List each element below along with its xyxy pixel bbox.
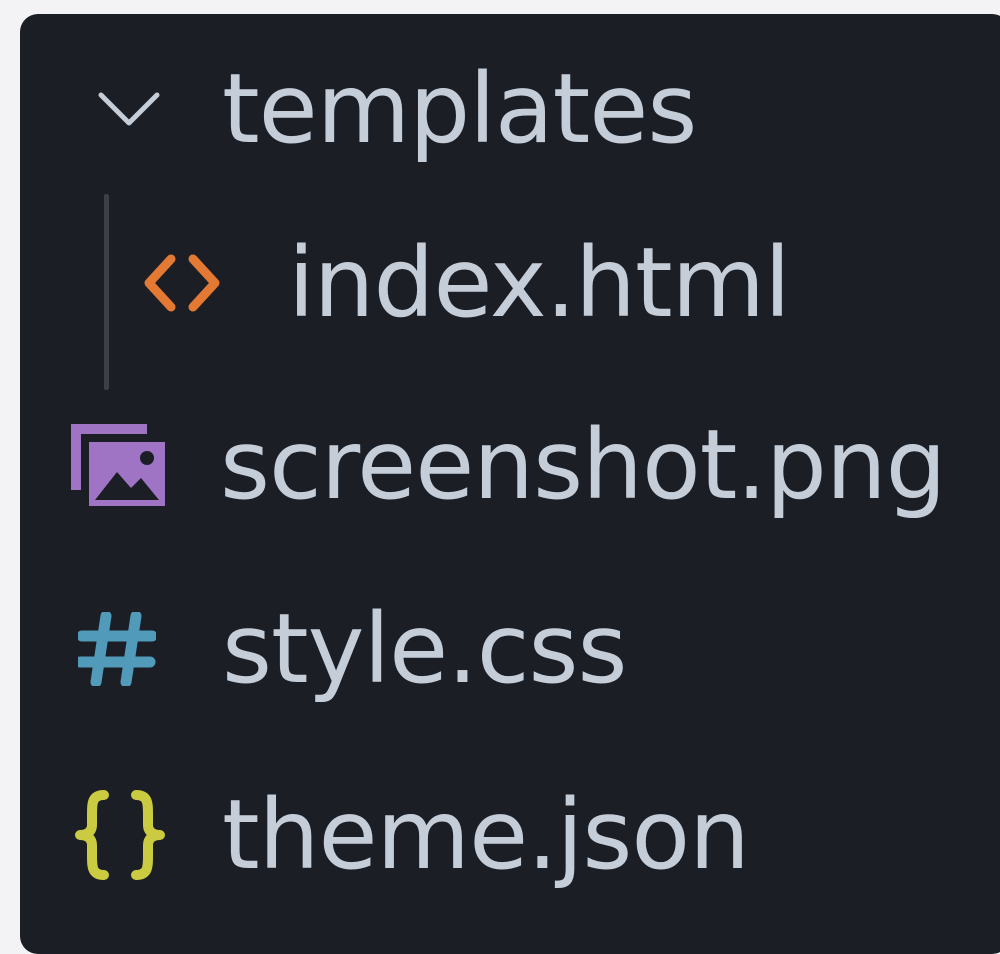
explorer-item-style-css[interactable]: style.css: [20, 574, 1000, 724]
json-file-icon: [70, 785, 170, 885]
explorer-item-screenshot-png[interactable]: screenshot.png: [20, 390, 1000, 540]
explorer-item-label: theme.json: [222, 779, 750, 891]
explorer-item-index-html[interactable]: index.html: [20, 208, 1000, 358]
image-file-icon: [68, 417, 168, 513]
chevron-down-icon[interactable]: [84, 64, 174, 154]
explorer-item-label: templates: [222, 53, 697, 165]
css-file-icon: [72, 604, 162, 694]
explorer-item-label: index.html: [288, 227, 791, 339]
html-file-icon: [138, 239, 226, 327]
explorer-item-theme-json[interactable]: theme.json: [20, 760, 1000, 910]
file-explorer-panel: templates index.html screenshot.png styl…: [20, 14, 1000, 954]
explorer-item-templates[interactable]: templates: [20, 34, 1000, 184]
explorer-item-label: screenshot.png: [220, 409, 947, 521]
explorer-item-label: style.css: [222, 593, 628, 705]
